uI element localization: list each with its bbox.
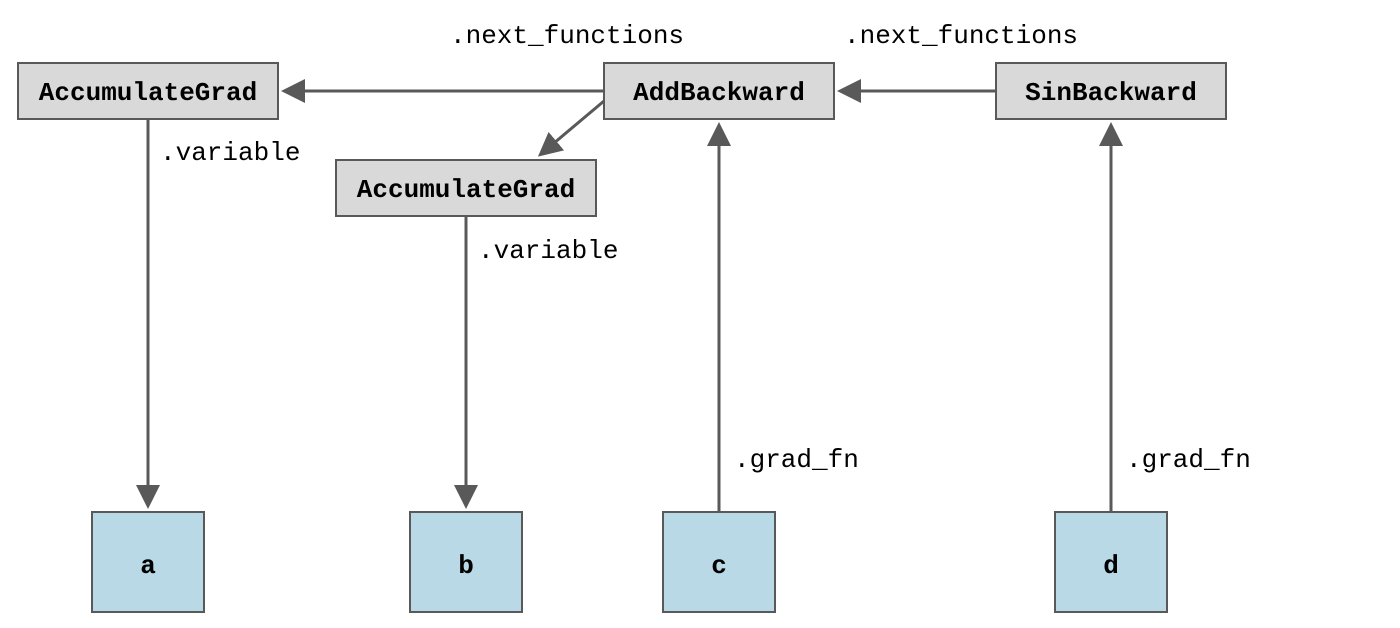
node-label: b <box>458 551 474 581</box>
edge-label-variable-a: .variable <box>160 138 300 168</box>
node-accumulate-grad-b: AccumulateGrad <box>336 160 596 216</box>
node-sin-backward: SinBackward <box>996 63 1226 119</box>
edge-label-grad-fn-d: .grad_fn <box>1126 445 1251 475</box>
node-label: SinBackward <box>1025 78 1197 108</box>
node-label: AddBackward <box>633 78 805 108</box>
node-label: a <box>140 551 156 581</box>
edge-label-next-functions-1: .next_functions <box>450 21 684 51</box>
node-label: AccumulateGrad <box>357 175 575 205</box>
autograd-graph-diagram: AccumulateGrad AccumulateGrad AddBackwar… <box>0 0 1400 628</box>
node-variable-c: c <box>663 512 775 612</box>
node-variable-b: b <box>410 512 522 612</box>
node-variable-a: a <box>92 512 204 612</box>
node-variable-d: d <box>1055 512 1167 612</box>
edge-addbackward-to-accgrad-b <box>541 101 604 154</box>
edge-label-next-functions-2: .next_functions <box>844 21 1078 51</box>
edge-label-variable-b: .variable <box>478 236 618 266</box>
node-label: AccumulateGrad <box>39 78 257 108</box>
node-add-backward: AddBackward <box>604 63 834 119</box>
node-accumulate-grad-a: AccumulateGrad <box>18 63 278 119</box>
node-label: d <box>1103 551 1119 581</box>
edge-label-grad-fn-c: .grad_fn <box>734 445 859 475</box>
node-label: c <box>711 551 727 581</box>
